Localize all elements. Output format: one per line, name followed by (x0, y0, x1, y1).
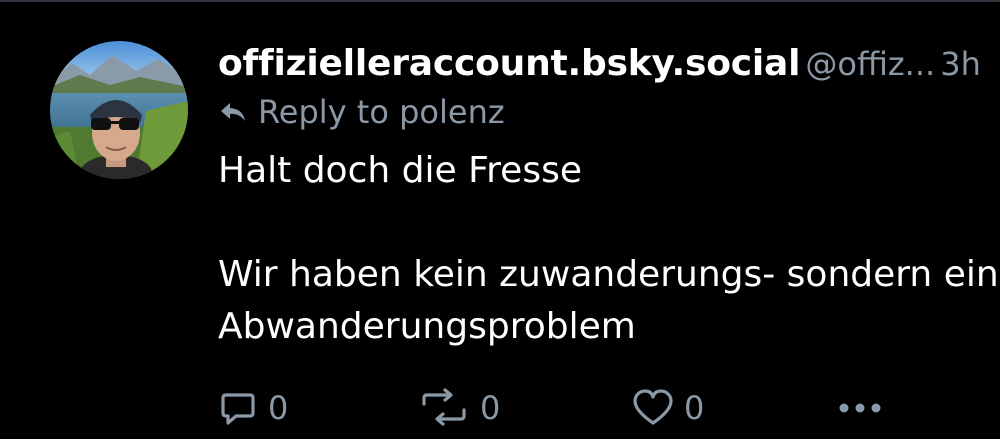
repost-count: 0 (480, 389, 501, 427)
author-username[interactable]: @offiz... (805, 45, 935, 83)
repost-icon (422, 388, 466, 426)
more-options-button[interactable] (836, 386, 894, 430)
avatar[interactable] (50, 41, 188, 179)
post-content[interactable]: offizielleraccount.bsky.social @offiz...… (218, 40, 1000, 353)
avatar-photo (50, 41, 188, 179)
top-divider (0, 0, 1000, 2)
like-count: 0 (684, 389, 705, 427)
like-button[interactable]: 0 (632, 386, 704, 430)
post-text: Halt doch die Fresse Wir haben kein zuwa… (218, 150, 999, 347)
reply-to-label: Reply to polenz (258, 93, 505, 131)
reply-button[interactable]: 0 (218, 386, 288, 430)
ellipsis-icon (839, 403, 881, 413)
post-header: offizielleraccount.bsky.social @offiz...… (218, 40, 1000, 88)
reply-count: 0 (268, 389, 289, 427)
post-actions: 0 0 0 (218, 386, 1000, 430)
heart-icon (633, 389, 673, 425)
repost-button[interactable]: 0 (418, 386, 500, 430)
reply-arrow-icon (221, 103, 245, 121)
speech-bubble-icon (221, 393, 255, 425)
author-handle[interactable]: offizielleraccount.bsky.social (218, 43, 800, 84)
reply-context[interactable]: Reply to polenz (218, 92, 1000, 132)
post-timestamp[interactable]: 3h (940, 45, 981, 83)
